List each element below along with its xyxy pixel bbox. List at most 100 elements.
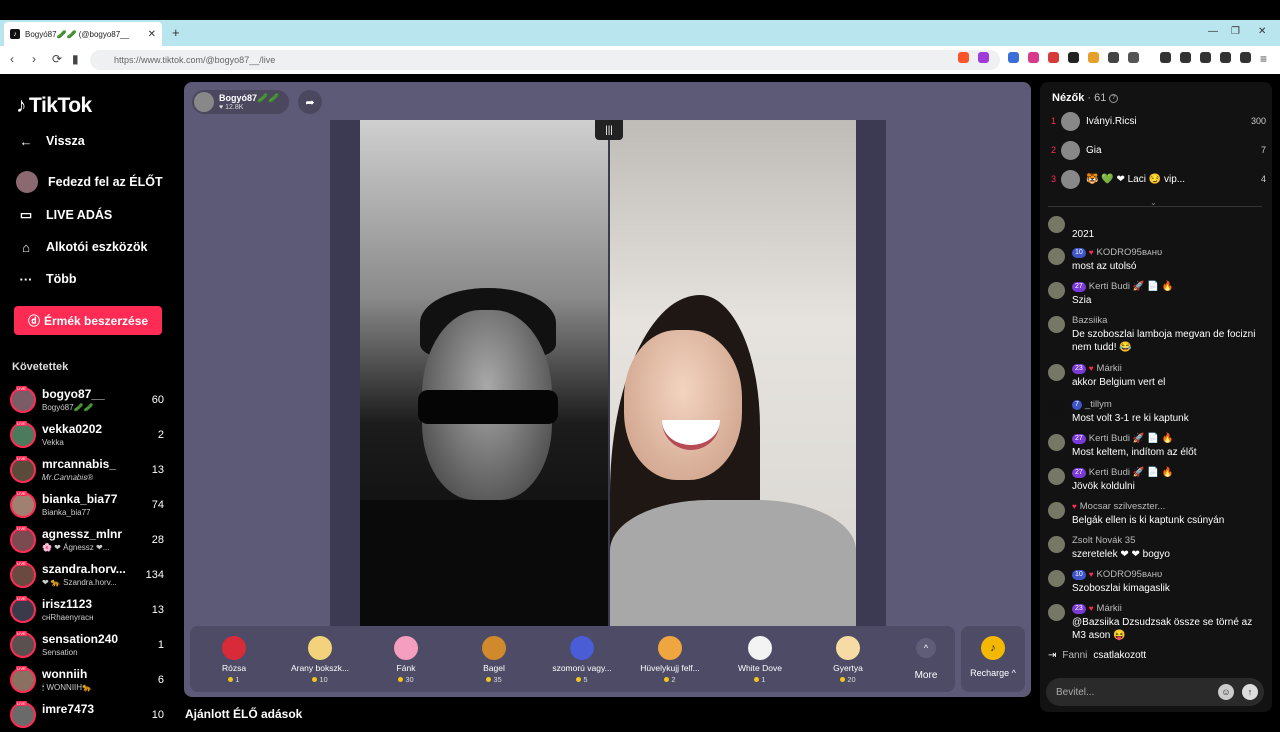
back-arrow-icon: ← xyxy=(19,133,33,149)
sidebar-toggle-icon[interactable] xyxy=(1180,52,1191,63)
avatar[interactable] xyxy=(1048,536,1065,553)
more-nav[interactable]: ··· Több xyxy=(16,270,77,288)
avatar[interactable] xyxy=(1048,216,1065,233)
following-item[interactable]: LIVE agnessz_mlnr 🌸 ❤ Ágnessz ❤... 28 xyxy=(10,525,170,557)
rewards-icon[interactable] xyxy=(978,52,989,63)
chat-username[interactable]: KODRO95ʙᴀʜᴜ xyxy=(1097,569,1163,580)
following-item[interactable]: LIVE mrcannabis_ 𝑀𝑟.𝐶𝑎𝑛𝑛𝑎𝑏𝑖𝑠® 13 xyxy=(10,455,170,487)
extension-icon[interactable] xyxy=(1068,52,1079,63)
viewers-header: Nézők · 61 ? xyxy=(1052,92,1119,104)
gift-price: 10 xyxy=(280,675,360,684)
extension-icon[interactable] xyxy=(1048,52,1059,63)
following-item[interactable]: LIVE vekka0202 Vekka 2 xyxy=(10,420,170,452)
following-item[interactable]: LIVE bogyo87__ Bogyó87🥒🥒 60 xyxy=(10,385,170,417)
explore-live-nav[interactable]: Fedezd fel az ÉLŐT xyxy=(16,171,163,193)
avatar[interactable] xyxy=(1048,400,1065,417)
back-icon[interactable]: ‹ xyxy=(10,52,14,66)
video-player[interactable]: ||| xyxy=(330,120,886,626)
top-viewer[interactable]: 1 Iványi.Ricsi 300 xyxy=(1048,110,1268,134)
host-info[interactable]: Bogyó87🥒🥒 ♥ 12.8K xyxy=(192,90,290,114)
gift-item[interactable]: Hüvelykujj felf... 2 xyxy=(630,632,710,688)
url-field[interactable]: https://www.tiktok.com/@bogyo87__/live xyxy=(90,50,1000,70)
extension-icon[interactable] xyxy=(1028,52,1039,63)
browser-tab[interactable]: ♪ Bogyó87🥒🥒 (@bogyo87__ ✕ xyxy=(4,22,162,46)
recharge-button[interactable]: ♪ Recharge ^ xyxy=(961,626,1025,692)
following-item[interactable]: LIVE irisz1123 сн̈Rhaenyrасн 13 xyxy=(10,595,170,627)
heart-icon: ♥ xyxy=(1088,248,1094,257)
rank: 3 xyxy=(1051,174,1057,184)
bookmark-icon[interactable]: ▮ xyxy=(72,52,79,66)
following-item[interactable]: LIVE sensation240 Sensation 1 xyxy=(10,630,170,662)
following-item[interactable]: LIVE bianka_bia77 Bianka_bia77 74 xyxy=(10,490,170,522)
extension-icon[interactable] xyxy=(1088,52,1099,63)
ai-icon[interactable] xyxy=(1220,52,1231,63)
audio-wave-icon[interactable]: ||| xyxy=(595,120,623,140)
gift-item[interactable]: Arany bokszk... 10 xyxy=(280,632,360,688)
extension-icon[interactable] xyxy=(1008,52,1019,63)
chevron-down-icon[interactable]: ⌄ xyxy=(1150,198,1157,207)
gift-item[interactable]: Bagel 35 xyxy=(454,632,534,688)
chat-username[interactable]: Kerti Budi 🚀 📄 🔥 xyxy=(1089,433,1174,444)
joined-user[interactable]: Fanni xyxy=(1062,650,1087,661)
tiktok-logo[interactable]: ♪ TikTok xyxy=(16,94,92,118)
avatar[interactable] xyxy=(1048,434,1065,451)
extension-icon[interactable] xyxy=(1128,52,1139,63)
info-icon[interactable]: ? xyxy=(1109,93,1119,103)
chat-username[interactable]: KODRO95ʙᴀʜᴜ xyxy=(1097,247,1163,258)
following-item[interactable]: LIVE szandra.horv... ❤ 🐆 Szandra.horv...… xyxy=(10,560,170,592)
brave-shields-icon[interactable] xyxy=(958,52,969,63)
gift-name: Rózsa xyxy=(221,663,247,673)
menu-icon[interactable]: ≡ xyxy=(1260,52,1267,66)
more-gifts-button[interactable]: ^ More xyxy=(906,638,946,681)
close-window-icon[interactable]: ✕ xyxy=(1258,26,1266,37)
close-tab-icon[interactable]: ✕ xyxy=(148,29,156,40)
following-item[interactable]: LIVE imre7473 10 xyxy=(10,700,170,732)
avatar xyxy=(1061,170,1080,189)
avatar: LIVE xyxy=(10,596,36,623)
vpn-icon[interactable] xyxy=(1240,52,1251,63)
go-live-nav[interactable]: ▭ LIVE ADÁS xyxy=(16,206,112,224)
creator-tools-nav[interactable]: ⌂ Alkotói eszközök xyxy=(16,238,147,256)
minimize-icon[interactable]: — xyxy=(1208,26,1218,37)
following-item[interactable]: LIVE wonniih 🕯 WONNIIH🐆 6 xyxy=(10,665,170,697)
chat-username[interactable]: _tillym xyxy=(1085,399,1112,410)
avatar[interactable] xyxy=(1048,468,1065,485)
chat-username[interactable]: Kerti Budi 🚀 📄 🔥 xyxy=(1089,281,1174,292)
forward-icon[interactable]: › xyxy=(32,52,36,66)
emoji-icon[interactable]: ☺ xyxy=(1218,684,1234,700)
menu-label: Több xyxy=(46,272,77,286)
chat-username[interactable]: Zsolt Novák 35 xyxy=(1072,535,1135,546)
avatar[interactable] xyxy=(1048,364,1065,381)
gift-item[interactable]: szomorú vagy... 5 xyxy=(542,632,622,688)
browser-tab-bar: ♪ Bogyó87🥒🥒 (@bogyo87__ ✕ + — ❐ ✕ xyxy=(0,20,1280,46)
chat-username[interactable]: Kerti Budi 🚀 📄 🔥 xyxy=(1089,467,1174,478)
message-text: Jövök koldulni xyxy=(1072,481,1135,492)
avatar[interactable] xyxy=(1048,316,1065,333)
avatar[interactable] xyxy=(1048,248,1065,265)
chat-username[interactable]: Mocsar szilveszter... xyxy=(1080,501,1166,512)
gift-item[interactable]: White Dove 1 xyxy=(720,632,800,688)
reload-icon[interactable]: ⟳ xyxy=(52,52,62,66)
share-icon[interactable]: ➦ xyxy=(298,90,322,114)
gift-item[interactable]: Rózsa 1 xyxy=(194,632,274,688)
avatar[interactable] xyxy=(1048,282,1065,299)
send-icon[interactable]: ↑ xyxy=(1242,684,1258,700)
avatar[interactable] xyxy=(1048,570,1065,587)
chat-username[interactable]: Márkii xyxy=(1097,603,1122,614)
avatar[interactable] xyxy=(1048,502,1065,519)
music-icon[interactable] xyxy=(1160,52,1171,63)
extension-icon[interactable] xyxy=(1108,52,1119,63)
restore-icon[interactable]: ❐ xyxy=(1231,26,1240,37)
following-title: Követettek xyxy=(12,361,69,373)
get-coins-button[interactable]: ⓓ Érmék beszerzése xyxy=(14,306,162,335)
back-nav[interactable]: ← Vissza xyxy=(16,132,85,150)
new-tab-icon[interactable]: + xyxy=(172,25,180,40)
top-viewer[interactable]: 3 🐯 💚 ❤ Laci 😏 vip... 4 xyxy=(1048,168,1268,192)
avatar[interactable] xyxy=(1048,604,1065,621)
chat-username[interactable]: Márkii xyxy=(1097,363,1122,374)
wallet-icon[interactable] xyxy=(1200,52,1211,63)
gift-item[interactable]: Fánk 30 xyxy=(366,632,446,688)
gift-item[interactable]: Gyertya 20 xyxy=(808,632,888,688)
chat-username[interactable]: Bazsiika xyxy=(1072,315,1107,326)
top-viewer[interactable]: 2 Gia 7 xyxy=(1048,139,1268,163)
